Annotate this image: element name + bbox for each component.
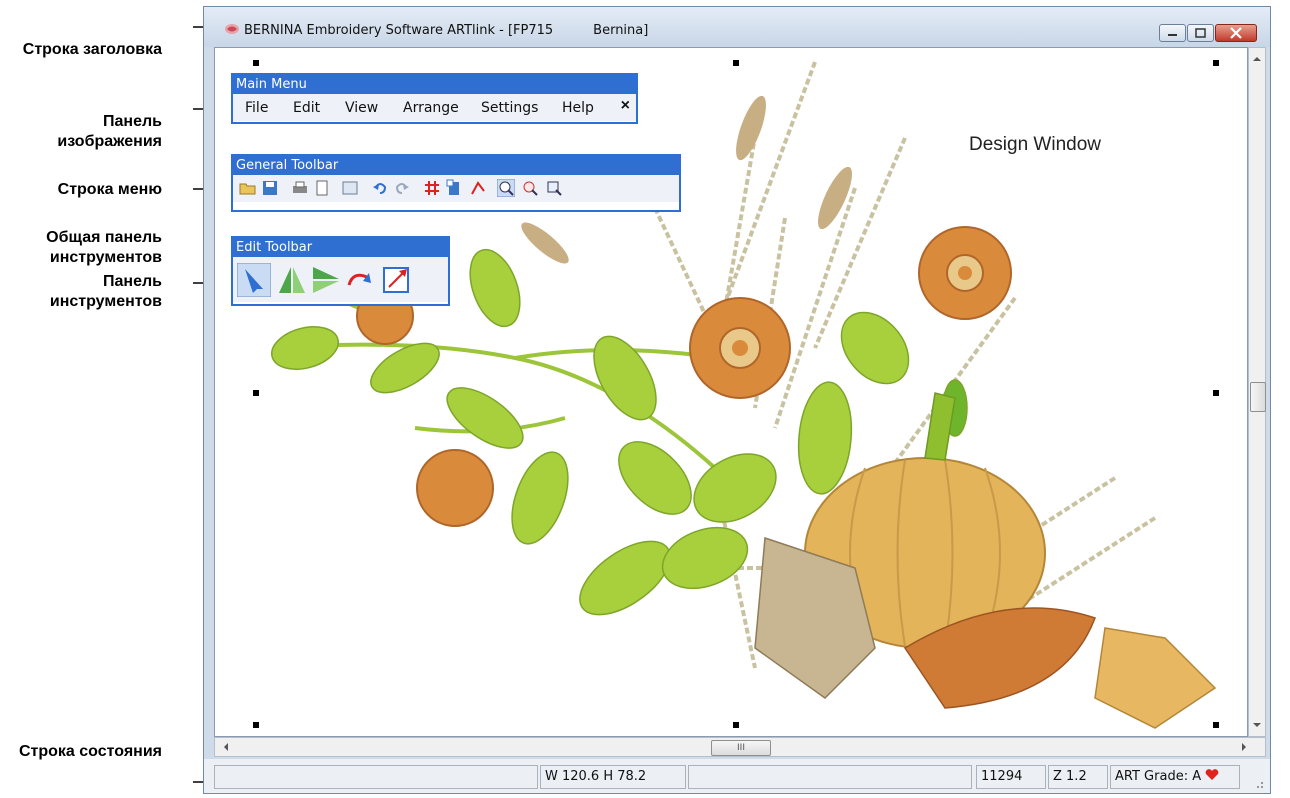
scale-icon[interactable] [381, 265, 411, 295]
annotation-title-bar: Строка заголовка [22, 41, 162, 58]
vertical-scrollbar[interactable] [1248, 47, 1266, 737]
annotation-view-panel: Панель изображения [57, 113, 162, 150]
status-dimensions: W 120.6 H 78.2 [540, 765, 686, 789]
selection-handle[interactable] [1213, 60, 1219, 66]
open-icon[interactable] [239, 179, 257, 197]
app-window: BERNINA Embroidery Software ARTlink - [F… [203, 6, 1271, 794]
stitch-icon[interactable] [469, 179, 487, 197]
selection-handle[interactable] [733, 722, 739, 728]
zoom-box-icon[interactable] [545, 179, 563, 197]
rotate-icon[interactable] [345, 265, 375, 295]
horizontal-scroll-thumb[interactable]: III [711, 740, 771, 756]
edit-toolbar: Edit Toolbar [231, 236, 450, 306]
minimize-icon [1168, 34, 1177, 36]
bernina-logo-icon [225, 24, 239, 34]
general-toolbar-title[interactable]: General Toolbar [233, 156, 679, 175]
scroll-grip: III [737, 743, 745, 753]
redo-icon[interactable] [393, 179, 411, 197]
scroll-down-icon[interactable] [1249, 718, 1265, 732]
status-cell-empty [214, 765, 538, 789]
edit-toolbar-title[interactable]: Edit Toolbar [233, 238, 448, 257]
minimize-button[interactable] [1159, 24, 1186, 42]
scroll-left-icon[interactable] [219, 738, 233, 756]
selection-handle[interactable] [1213, 722, 1219, 728]
status-bar: W 120.6 H 78.2 11294 Z 1.2 ART Grade: A [204, 759, 1270, 793]
design-window-label: Design Window [969, 134, 1101, 155]
design-canvas[interactable]: Design Window [214, 47, 1248, 737]
general-toolbar-buttons [233, 175, 679, 202]
close-icon [1230, 27, 1242, 39]
grid-icon[interactable] [423, 179, 441, 197]
vertical-scroll-thumb[interactable] [1250, 382, 1266, 412]
menu-help[interactable]: Help [562, 100, 594, 116]
maximize-button[interactable] [1187, 24, 1214, 42]
status-stitch-count: 11294 [976, 765, 1046, 789]
show-design-icon[interactable] [445, 179, 463, 197]
mirror-horizontal-icon[interactable] [311, 265, 341, 295]
general-toolbar: General Toolbar [231, 154, 681, 212]
main-menu-panel: Main Menu File Edit View Arrange Setting… [231, 73, 638, 124]
title-bar[interactable]: BERNINA Embroidery Software ARTlink - [F… [204, 7, 1270, 47]
status-art-grade: ART Grade: A [1110, 765, 1240, 789]
heart-icon [1205, 769, 1219, 780]
zoom-1-1-icon[interactable] [521, 179, 539, 197]
close-button[interactable] [1215, 24, 1257, 42]
menu-settings[interactable]: Settings [481, 100, 538, 116]
menu-file[interactable]: File [245, 100, 268, 116]
edit-toolbar-buttons [233, 257, 448, 302]
menu-bar: File Edit View Arrange Settings Help × [233, 94, 636, 121]
undo-icon[interactable] [371, 179, 389, 197]
annotation-toolbar: Панель инструментов [49, 273, 162, 310]
resize-grip-icon[interactable] [1252, 777, 1264, 789]
annotation-status-bar: Строка состояния [18, 743, 162, 760]
annotation-menu-bar: Строка меню [57, 181, 162, 198]
menu-arrange[interactable]: Arrange [403, 100, 459, 116]
scroll-right-icon[interactable] [1237, 738, 1251, 756]
selection-handle[interactable] [1213, 390, 1219, 396]
hoop-icon[interactable] [341, 179, 359, 197]
main-menu-title[interactable]: Main Menu [233, 75, 636, 94]
selection-handle[interactable] [253, 390, 259, 396]
print-preview-icon[interactable] [313, 179, 331, 197]
menu-edit[interactable]: Edit [293, 100, 320, 116]
mirror-vertical-icon[interactable] [277, 265, 307, 295]
menu-close-icon[interactable]: × [621, 97, 630, 115]
annotation-general-toolbar: Общая панель инструментов [46, 229, 162, 266]
zoom-icon[interactable] [497, 179, 515, 197]
window-title: BERNINA Embroidery Software ARTlink - [F… [244, 23, 649, 38]
status-cell-empty [688, 765, 972, 789]
select-arrow-icon[interactable] [237, 263, 271, 297]
scroll-up-icon[interactable] [1249, 52, 1265, 66]
maximize-icon [1195, 28, 1206, 38]
horizontal-scrollbar[interactable]: III [214, 737, 1266, 757]
menu-view[interactable]: View [345, 100, 378, 116]
print-icon[interactable] [291, 179, 309, 197]
selection-handle[interactable] [253, 722, 259, 728]
selection-handle[interactable] [253, 60, 259, 66]
art-grade-text: ART Grade: A [1115, 769, 1202, 784]
status-zoom: Z 1.2 [1048, 765, 1108, 789]
selection-handle[interactable] [733, 60, 739, 66]
save-icon[interactable] [261, 179, 279, 197]
